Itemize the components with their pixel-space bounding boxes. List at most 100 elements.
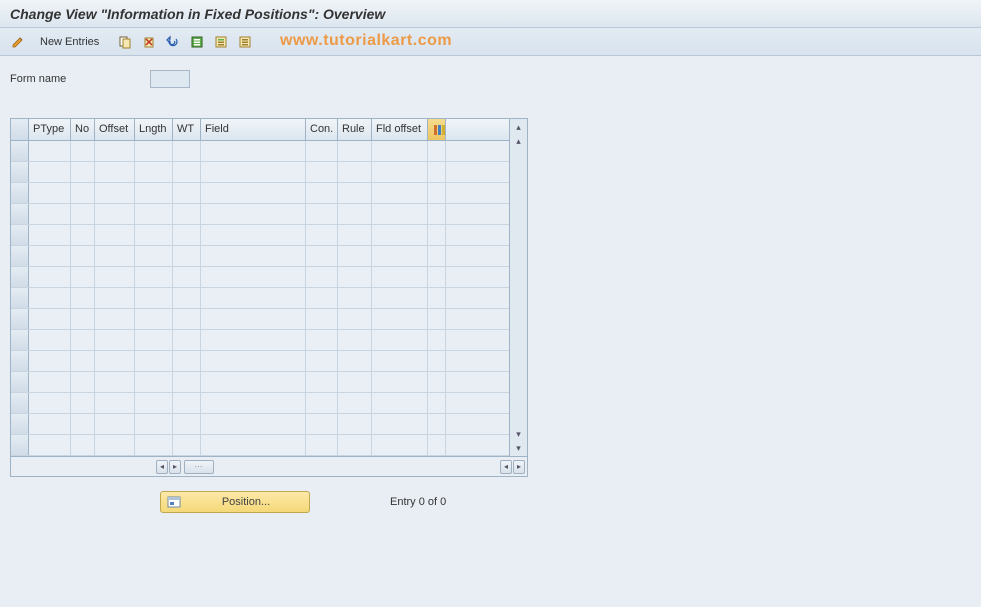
cell[interactable] [29,309,71,329]
header-no[interactable]: No [71,119,95,140]
cell[interactable] [338,309,372,329]
cell[interactable] [338,183,372,203]
cell[interactable] [135,204,173,224]
table-row[interactable] [11,141,509,162]
cell[interactable] [372,225,428,245]
cell[interactable] [201,183,306,203]
row-selector[interactable] [11,351,29,371]
row-selector[interactable] [11,309,29,329]
cell[interactable] [95,204,135,224]
cell[interactable] [71,225,95,245]
row-selector[interactable] [11,141,29,161]
deselect-all-icon[interactable] [235,32,255,52]
cell[interactable] [135,162,173,182]
cell[interactable] [95,288,135,308]
cell[interactable] [338,414,372,434]
cell[interactable] [428,204,446,224]
cell[interactable] [372,372,428,392]
cell[interactable] [71,372,95,392]
cell[interactable] [71,351,95,371]
cell[interactable] [135,288,173,308]
delete-icon[interactable] [139,32,159,52]
cell[interactable] [29,288,71,308]
cell[interactable] [173,267,201,287]
cell[interactable] [135,372,173,392]
table-row[interactable] [11,288,509,309]
table-row[interactable] [11,267,509,288]
cell[interactable] [173,435,201,455]
header-fld-offset[interactable]: Fld offset [372,119,428,140]
cell[interactable] [135,393,173,413]
cell[interactable] [173,225,201,245]
cell[interactable] [428,267,446,287]
cell[interactable] [95,267,135,287]
select-block-icon[interactable] [211,32,231,52]
cell[interactable] [338,435,372,455]
cell[interactable] [135,330,173,350]
cell[interactable] [338,330,372,350]
cell[interactable] [201,141,306,161]
cell[interactable] [135,141,173,161]
cell[interactable] [201,393,306,413]
cell[interactable] [428,435,446,455]
row-selector[interactable] [11,393,29,413]
cell[interactable] [173,204,201,224]
table-row[interactable] [11,204,509,225]
cell[interactable] [71,330,95,350]
cell[interactable] [95,183,135,203]
cell[interactable] [428,162,446,182]
cell[interactable] [71,435,95,455]
edit-icon[interactable] [8,32,28,52]
cell[interactable] [95,372,135,392]
cell[interactable] [135,267,173,287]
cell[interactable] [306,435,338,455]
hscroll-left-icon[interactable]: ◂ [156,460,168,474]
cell[interactable] [173,372,201,392]
header-con[interactable]: Con. [306,119,338,140]
hscroll-right-icon[interactable]: ▸ [169,460,181,474]
header-wt[interactable]: WT [173,119,201,140]
cell[interactable] [372,330,428,350]
scroll-up2-icon[interactable]: ▴ [513,135,525,147]
cell[interactable] [306,162,338,182]
cell[interactable] [372,204,428,224]
undo-icon[interactable] [163,32,183,52]
cell[interactable] [372,393,428,413]
cell[interactable] [29,351,71,371]
cell[interactable] [338,141,372,161]
cell[interactable] [29,246,71,266]
cell[interactable] [71,183,95,203]
row-selector[interactable] [11,162,29,182]
scroll-down-icon[interactable]: ▾ [513,442,525,454]
cell[interactable] [201,225,306,245]
cell[interactable] [201,246,306,266]
cell[interactable] [71,309,95,329]
row-selector[interactable] [11,372,29,392]
cell[interactable] [372,351,428,371]
cell[interactable] [372,141,428,161]
cell[interactable] [71,414,95,434]
cell[interactable] [338,246,372,266]
table-row[interactable] [11,393,509,414]
cell[interactable] [428,288,446,308]
table-settings-button[interactable] [428,119,446,140]
cell[interactable] [29,183,71,203]
cell[interactable] [95,141,135,161]
new-entries-button[interactable]: New Entries [32,34,107,50]
cell[interactable] [29,414,71,434]
cell[interactable] [173,330,201,350]
cell[interactable] [95,309,135,329]
cell[interactable] [338,267,372,287]
header-ptype[interactable]: PType [29,119,71,140]
cell[interactable] [428,309,446,329]
cell[interactable] [201,414,306,434]
cell[interactable] [428,393,446,413]
row-selector[interactable] [11,204,29,224]
cell[interactable] [338,204,372,224]
cell[interactable] [95,225,135,245]
table-row[interactable] [11,183,509,204]
cell[interactable] [201,267,306,287]
cell[interactable] [372,309,428,329]
row-selector[interactable] [11,183,29,203]
cell[interactable] [201,435,306,455]
